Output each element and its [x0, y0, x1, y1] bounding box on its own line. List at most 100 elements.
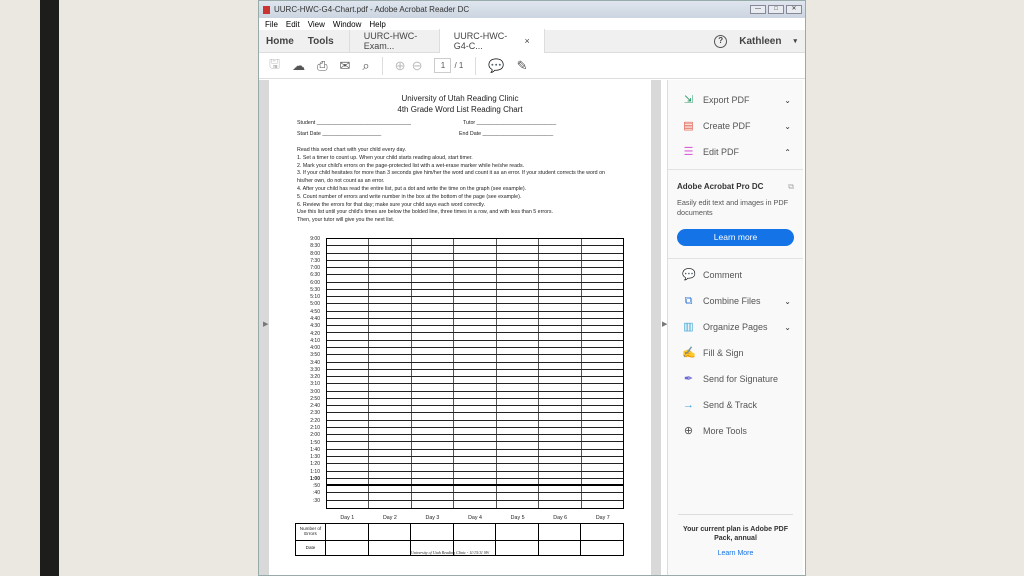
previous-page-icon[interactable]: ⊕ — [395, 58, 406, 74]
grid-cell[interactable] — [582, 275, 623, 281]
grid-cell[interactable] — [582, 246, 623, 252]
grid-cell[interactable] — [327, 369, 370, 377]
dismiss-icon[interactable]: ⧉ — [788, 182, 794, 192]
grid-cell[interactable] — [582, 501, 623, 508]
grid-cell[interactable] — [412, 413, 455, 420]
grid-cell[interactable] — [582, 384, 623, 390]
errors-cell[interactable] — [326, 524, 369, 540]
menu-help[interactable]: Help — [369, 20, 385, 29]
grid-cell[interactable] — [412, 427, 455, 435]
grid-cell[interactable] — [412, 268, 455, 275]
grid-cell[interactable] — [497, 464, 540, 471]
grid-cell[interactable] — [497, 471, 540, 478]
grid-cell[interactable] — [327, 478, 370, 485]
grid-cell[interactable] — [412, 340, 455, 347]
grid-cell[interactable] — [497, 449, 540, 456]
menu-window[interactable]: Window — [333, 20, 361, 29]
grid-cell[interactable] — [327, 391, 370, 398]
grid-cell[interactable] — [369, 486, 412, 493]
grid-cell[interactable] — [369, 377, 412, 384]
grid-cell[interactable] — [454, 362, 497, 369]
grid-cell[interactable] — [539, 456, 582, 464]
grid-cell[interactable] — [369, 449, 412, 456]
grid-cell[interactable] — [582, 421, 623, 427]
grid-cell[interactable] — [454, 239, 497, 246]
grid-cell[interactable] — [327, 384, 370, 391]
learn-more-button[interactable]: Learn more — [677, 229, 794, 246]
grid-cell[interactable] — [539, 239, 582, 246]
tab-document-2[interactable]: UURC-HWC-G4-C... × — [438, 29, 545, 53]
chevron-down-icon[interactable]: ⌄ — [784, 96, 791, 105]
grid-cell[interactable] — [539, 406, 582, 413]
learn-more-link[interactable]: Learn More — [678, 549, 793, 558]
grid-cell[interactable] — [539, 464, 582, 471]
grid-cell[interactable] — [454, 413, 497, 420]
grid-cell[interactable] — [412, 406, 455, 413]
grid-cell[interactable] — [497, 500, 540, 508]
grid-cell[interactable] — [412, 442, 455, 449]
grid-cell[interactable] — [539, 318, 582, 326]
close-button[interactable]: ✕ — [786, 5, 802, 14]
pane-item-create-pdf[interactable]: ▤ Create PDF ⌄ — [668, 113, 803, 139]
help-icon[interactable]: ? — [714, 34, 728, 48]
next-page-icon[interactable]: ⊖ — [412, 58, 423, 74]
grid-cell[interactable] — [327, 347, 370, 355]
grid-cell[interactable] — [369, 362, 412, 369]
grid-cell[interactable] — [539, 391, 582, 398]
grid-cell[interactable] — [497, 435, 540, 442]
grid-cell[interactable] — [454, 471, 497, 478]
grid-cell[interactable] — [539, 493, 582, 500]
grid-cell[interactable] — [539, 377, 582, 384]
grid-cell[interactable] — [327, 500, 370, 508]
grid-cell[interactable] — [412, 326, 455, 333]
grid-cell[interactable] — [582, 472, 623, 478]
grid-cell[interactable] — [369, 413, 412, 420]
errors-cell[interactable] — [411, 524, 454, 540]
grid-cell[interactable] — [582, 326, 623, 332]
pane-item-send-for-signature[interactable]: ✒ Send for Signature — [668, 366, 803, 392]
grid-cell[interactable] — [539, 275, 582, 282]
grid-cell[interactable] — [454, 282, 497, 289]
grid-cell[interactable] — [369, 246, 412, 253]
chevron-down-icon[interactable]: ⌄ — [784, 297, 791, 306]
grid-cell[interactable] — [582, 435, 623, 441]
errors-cell[interactable] — [539, 524, 582, 540]
errors-cell[interactable] — [454, 524, 497, 540]
date-cell[interactable] — [369, 541, 412, 555]
pane-item-combine-files[interactable]: ⧉ Combine Files ⌄ — [668, 288, 803, 314]
grid-cell[interactable] — [539, 253, 582, 260]
grid-cell[interactable] — [369, 406, 412, 413]
grid-cell[interactable] — [412, 347, 455, 355]
grid-cell[interactable] — [497, 311, 540, 318]
grid-cell[interactable] — [369, 384, 412, 391]
grid-cell[interactable] — [327, 304, 370, 311]
grid-cell[interactable] — [327, 377, 370, 384]
grid-cell[interactable] — [582, 392, 623, 398]
grid-cell[interactable] — [454, 493, 497, 500]
grid-cell[interactable] — [582, 297, 623, 303]
grid-cell[interactable] — [412, 297, 455, 304]
grid-cell[interactable] — [369, 289, 412, 297]
grid-cell[interactable] — [454, 369, 497, 377]
grid-cell[interactable] — [539, 282, 582, 289]
grid-cell[interactable] — [412, 471, 455, 478]
grid-cell[interactable] — [369, 275, 412, 282]
grid-cell[interactable] — [582, 261, 623, 267]
grid-cell[interactable] — [497, 275, 540, 282]
grid-cell[interactable] — [497, 333, 540, 340]
grid-cell[interactable] — [369, 326, 412, 333]
pane-item-edit-pdf[interactable]: ☰ Edit PDF ⌃ — [668, 139, 803, 165]
chevron-down-icon[interactable]: ▾ — [793, 37, 797, 45]
tab-tools[interactable]: Tools — [301, 36, 341, 47]
email-icon[interactable]: ✉ — [339, 58, 350, 74]
grid-cell[interactable] — [454, 347, 497, 355]
grid-cell[interactable] — [412, 435, 455, 442]
grid-cell[interactable] — [539, 333, 582, 340]
grid-cell[interactable] — [497, 253, 540, 260]
grid-cell[interactable] — [497, 340, 540, 347]
grid-cell[interactable] — [369, 464, 412, 471]
grid-cell[interactable] — [327, 406, 370, 413]
grid-cell[interactable] — [369, 297, 412, 304]
grid-cell[interactable] — [497, 486, 540, 493]
grid-cell[interactable] — [327, 442, 370, 449]
